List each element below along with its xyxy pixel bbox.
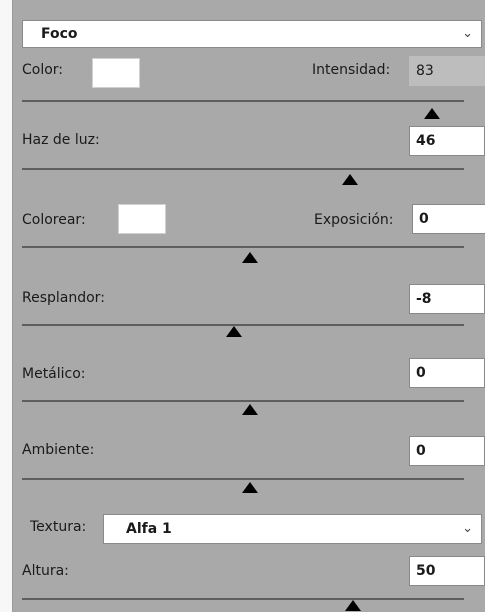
intensity-slider-thumb[interactable] [423, 106, 441, 120]
color-label: Color: [22, 62, 64, 78]
beam-label: Haz de luz: [22, 132, 100, 148]
height-slider-thumb[interactable] [344, 598, 362, 612]
colorize-label: Colorear: [22, 212, 86, 228]
light-type-value: Foco [41, 26, 78, 42]
metallic-label: Metálico: [22, 366, 86, 382]
exposure-label: Exposición: [314, 212, 394, 228]
beam-slider-thumb[interactable] [341, 172, 359, 186]
light-type-dropdown[interactable]: Foco ⌄ [22, 20, 482, 48]
ambient-field[interactable]: 0 [409, 436, 485, 466]
ambient-label: Ambiente: [22, 442, 95, 458]
exposure-slider-track[interactable] [22, 246, 464, 248]
gloss-slider-thumb[interactable] [225, 324, 243, 338]
gloss-field[interactable]: -8 [409, 284, 485, 314]
gloss-slider-track[interactable] [22, 324, 464, 326]
exposure-field[interactable]: 0 [412, 204, 485, 234]
exposure-slider-thumb[interactable] [241, 250, 259, 264]
height-field[interactable]: 50 [409, 556, 485, 586]
height-label: Altura: [22, 563, 69, 579]
beam-slider-track[interactable] [22, 168, 464, 170]
texture-dropdown[interactable]: Alfa 1 ⌄ [103, 514, 482, 544]
metallic-field[interactable]: 0 [409, 358, 485, 388]
gloss-label: Resplandor: [22, 290, 105, 306]
height-slider-track[interactable] [22, 598, 464, 600]
chevron-down-icon: ⌄ [462, 26, 473, 41]
texture-value: Alfa 1 [126, 521, 172, 537]
color-swatch[interactable] [92, 58, 140, 88]
beam-field[interactable]: 46 [409, 126, 485, 156]
intensity-slider-track[interactable] [22, 100, 464, 102]
texture-label: Textura: [22, 512, 110, 542]
colorize-swatch[interactable] [118, 204, 166, 234]
ambient-slider-thumb[interactable] [241, 480, 259, 494]
metallic-slider-thumb[interactable] [241, 402, 259, 416]
chevron-down-icon: ⌄ [462, 521, 473, 536]
intensity-label: Intensidad: [312, 62, 391, 78]
intensity-field[interactable]: 83 [409, 56, 485, 86]
